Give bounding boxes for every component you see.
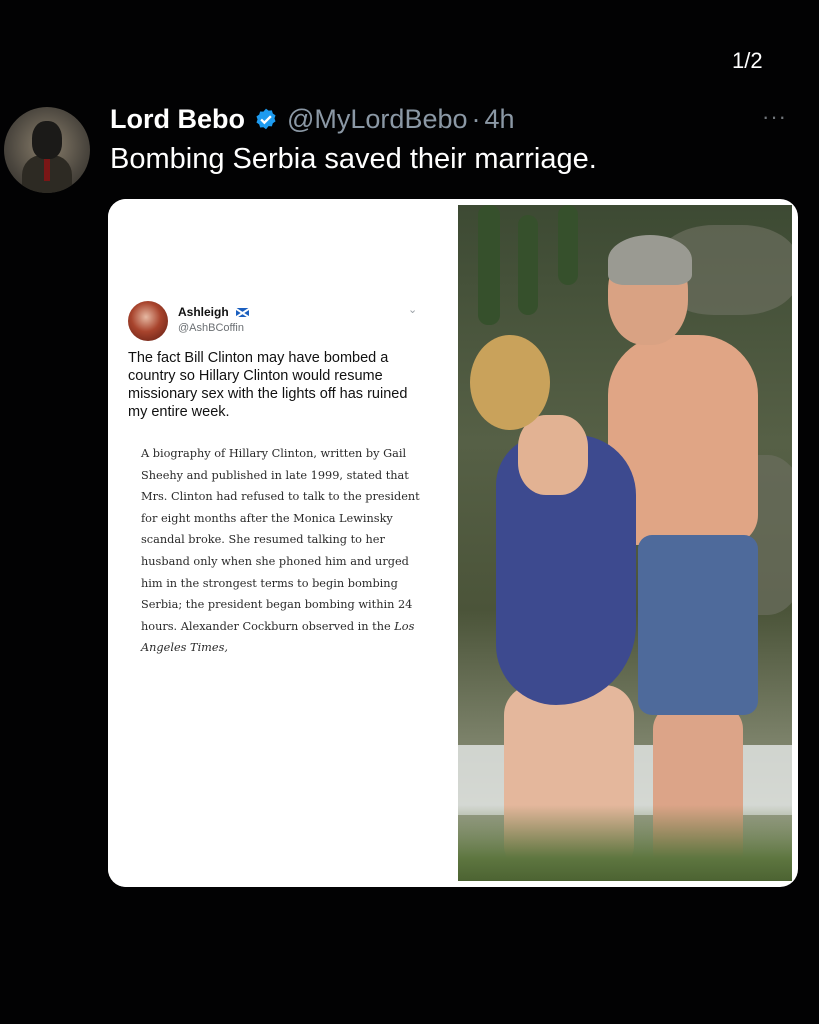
man-shorts xyxy=(638,535,758,715)
man-hair xyxy=(608,235,692,285)
cactus-shape xyxy=(478,205,500,325)
avatar-tie xyxy=(44,159,50,181)
scotland-flag-icon xyxy=(236,308,250,318)
quoted-author-label: Ashleigh xyxy=(178,305,229,319)
tweet-media-image[interactable]: Ashleigh @AshBCoffin ⌄ The fact Bill Cli… xyxy=(108,199,798,887)
tweet-header: Lord Bebo @MyLordBebo · 4h xyxy=(110,104,515,135)
quoted-tweet-screenshot: Ashleigh @AshBCoffin ⌄ The fact Bill Cli… xyxy=(108,199,454,887)
avatar[interactable] xyxy=(4,107,90,193)
avatar-head xyxy=(32,121,62,159)
biography-excerpt: A biography of Hillary Clinton, written … xyxy=(141,443,431,659)
tweet-timestamp[interactable]: 4h xyxy=(485,104,515,135)
verified-badge-icon xyxy=(256,108,276,129)
tweet-text: Bombing Serbia saved their marriage. xyxy=(110,143,597,175)
author-name[interactable]: Lord Bebo xyxy=(110,104,245,135)
woman-hair xyxy=(470,335,550,430)
quoted-author-name: Ashleigh xyxy=(178,305,250,319)
chevron-down-icon: ⌄ xyxy=(408,304,418,316)
couple-photo xyxy=(458,205,792,881)
cactus-shape xyxy=(518,215,538,315)
more-options-button[interactable]: ··· xyxy=(762,104,787,130)
quoted-avatar xyxy=(128,301,168,341)
author-handle[interactable]: @MyLordBebo xyxy=(287,104,468,135)
separator-dot: · xyxy=(471,104,481,134)
quoted-author-handle: @AshBCoffin xyxy=(178,322,244,334)
woman-shoulder xyxy=(518,415,588,495)
excerpt-body: A biography of Hillary Clinton, written … xyxy=(141,447,420,633)
grass xyxy=(458,805,792,881)
quoted-tweet-text: The fact Bill Clinton may have bombed a … xyxy=(128,350,408,420)
cactus-shape xyxy=(558,205,578,285)
pager-indicator: 1/2 xyxy=(732,48,763,73)
